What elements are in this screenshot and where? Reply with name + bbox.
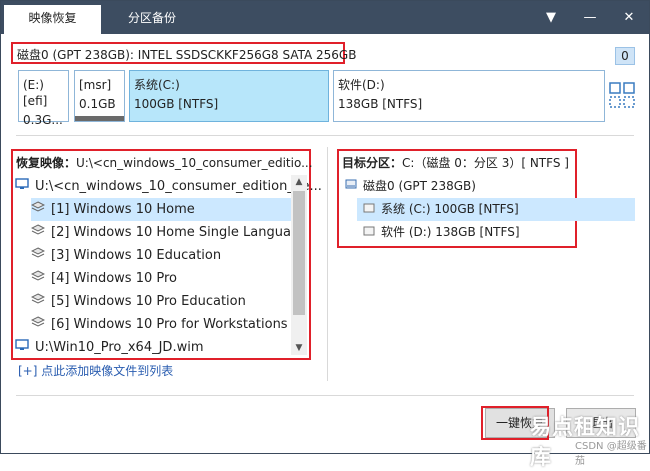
layers-icon xyxy=(30,313,46,336)
image-item-label: [6] Windows 10 Pro for Workstations xyxy=(51,317,288,332)
image-list-scrollbar[interactable]: ▲ ▼ xyxy=(291,175,307,355)
image-file-row[interactable]: U:\<cn_windows_10_consumer_edition_ve... xyxy=(15,175,322,198)
menu-dropdown-icon[interactable]: ▼ xyxy=(537,1,565,34)
partition-name: [msr] xyxy=(79,78,112,92)
close-icon[interactable]: ✕ xyxy=(615,1,643,34)
restore-image-path: U:\<cn_windows_10_consumer_editio... xyxy=(76,156,313,170)
partition-name: 软件(D:) xyxy=(338,78,385,92)
target-partition-item[interactable]: 软件 (D:) 138GB [NTFS] xyxy=(357,221,520,244)
layout-grid-icon[interactable] xyxy=(609,82,635,111)
minimize-icon[interactable]: — xyxy=(576,1,604,34)
restore-image-label: 恢复映像： xyxy=(16,156,77,170)
partition-name: (E:)[efi] xyxy=(23,78,48,108)
image-file-name: U:\<cn_windows_10_consumer_edition_ve... xyxy=(35,179,322,194)
image-item[interactable]: [6] Windows 10 Pro for Workstations xyxy=(30,313,288,336)
layers-icon xyxy=(30,267,46,290)
partition-msr[interactable]: [msr] 0.1GB xyxy=(74,70,125,122)
image-item[interactable]: [2] Windows 10 Home Single Language xyxy=(30,221,308,244)
image-item-label: [3] Windows 10 Education xyxy=(51,248,222,263)
layers-icon xyxy=(30,244,46,267)
partition-size: 100GB [NTFS] xyxy=(134,97,219,111)
partition-software-d[interactable]: 软件(D:) 138GB [NTFS] xyxy=(333,70,605,122)
partition-size: 0.1GB xyxy=(79,97,116,111)
image-item-label: [2] Windows 10 Home Single Language xyxy=(51,225,308,240)
image-item[interactable]: [1] Windows 10 Home xyxy=(30,198,291,221)
partition-efi[interactable]: (E:)[efi] 0.3G... xyxy=(18,70,69,127)
target-partition-label: 软件 (D:) 138GB [NTFS] xyxy=(381,225,520,239)
scroll-down-icon[interactable]: ▼ xyxy=(291,341,307,355)
restore-image-header: 恢复映像：U:\<cn_windows_10_consumer_editio..… xyxy=(16,154,313,171)
partition-size: 0.3G... xyxy=(23,113,63,127)
disk-count-badge: 0 xyxy=(615,47,635,65)
divider xyxy=(16,135,634,136)
image-item[interactable]: [5] Windows 10 Pro Education xyxy=(30,290,246,313)
partition-system-c[interactable]: 系统(C:) 100GB [NTFS] xyxy=(129,70,329,122)
title-bar: 映像恢复 分区备份 ▼ — ✕ xyxy=(1,1,649,34)
layers-icon xyxy=(30,290,46,313)
image-item[interactable]: [3] Windows 10 Education xyxy=(30,244,222,267)
tab-image-restore[interactable]: 映像恢复 xyxy=(4,5,101,34)
main-window: 映像恢复 分区备份 ▼ — ✕ 磁盘0 (GPT 238GB): INTEL S… xyxy=(0,0,650,469)
partition-icon xyxy=(363,198,375,221)
partition-size: 138GB [NTFS] xyxy=(338,97,423,111)
image-item-label: [5] Windows 10 Pro Education xyxy=(51,294,246,309)
scroll-up-icon[interactable]: ▲ xyxy=(291,175,307,189)
target-partition-label: 目标分区： xyxy=(342,156,403,170)
tab-partition-backup[interactable]: 分区备份 xyxy=(101,5,203,34)
target-partition-header: 目标分区：C:（磁盘 0：分区 3）[ NTFS ] xyxy=(342,154,569,171)
partition-name: 系统(C:) xyxy=(134,78,180,92)
layers-icon xyxy=(30,221,46,244)
target-partition-detail: C:（磁盘 0：分区 3）[ NTFS ] xyxy=(402,156,569,170)
target-disk-row[interactable]: 磁盘0 (GPT 238GB) xyxy=(345,175,476,198)
image-item[interactable]: [4] Windows 10 Pro xyxy=(30,267,178,290)
layers-icon xyxy=(30,198,46,221)
divider-vertical xyxy=(327,147,328,381)
monitor-icon xyxy=(15,336,29,359)
disk-label: 磁盘0 (GPT 238GB): INTEL SSDSCKKF256G8 SAT… xyxy=(17,48,357,62)
divider xyxy=(16,395,634,396)
monitor-icon xyxy=(15,175,29,198)
image-file-row[interactable]: U:\Win10_Pro_x64_JD.wim xyxy=(15,336,203,359)
partition-icon xyxy=(363,221,375,244)
partition-usage-bar xyxy=(75,116,124,121)
target-partition-item[interactable]: 系统 (C:) 100GB [NTFS] xyxy=(357,198,635,221)
image-item-label: [1] Windows 10 Home xyxy=(51,202,195,217)
watermark-subtext: CSDN @超级番茄 xyxy=(575,441,647,467)
target-disk-name: 磁盘0 (GPT 238GB) xyxy=(363,179,476,193)
scrollbar-thumb[interactable] xyxy=(293,191,305,315)
image-file-name: U:\Win10_Pro_x64_JD.wim xyxy=(35,340,204,355)
target-partition-label: 系统 (C:) 100GB [NTFS] xyxy=(381,202,519,216)
image-item-label: [4] Windows 10 Pro xyxy=(51,271,178,286)
add-image-link[interactable]: [+] 点此添加映像文件到列表 xyxy=(18,362,173,379)
disk-icon xyxy=(345,175,357,198)
